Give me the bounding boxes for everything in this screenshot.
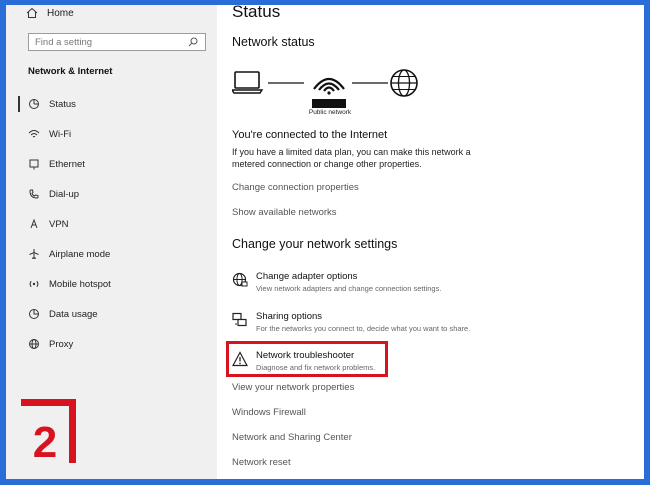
change-adapter-options[interactable]: Change adapter options View network adap… (232, 271, 441, 295)
option-title: Change adapter options (256, 271, 358, 282)
main-content: Status Network status Public network You… (226, 5, 644, 479)
home-icon (26, 7, 38, 19)
ethernet-icon (28, 158, 40, 170)
vpn-icon (28, 218, 40, 230)
sidebar-item-label: Data usage (49, 308, 98, 320)
sidebar-item-airplane[interactable]: Airplane mode (6, 239, 217, 269)
section-title: Network & Internet (28, 66, 113, 77)
sidebar-item-label: Airplane mode (49, 248, 111, 260)
network-status-heading: Network status (232, 35, 315, 49)
sidebar-item-ethernet[interactable]: Ethernet (6, 149, 217, 179)
show-available-networks-link[interactable]: Show available networks (232, 207, 337, 218)
airplane-icon (28, 248, 40, 260)
search-placeholder: Find a setting (35, 36, 93, 48)
globe-icon (28, 338, 40, 350)
windows-firewall-link[interactable]: Windows Firewall (232, 407, 306, 418)
sharing-icon (232, 312, 248, 328)
option-title: Sharing options (256, 311, 323, 322)
wifi-icon (28, 128, 40, 140)
change-connection-properties-link[interactable]: Change connection properties (232, 182, 359, 193)
sharing-options[interactable]: Sharing options For the networks you con… (232, 311, 470, 335)
network-sharing-center-link[interactable]: Network and Sharing Center (232, 432, 352, 443)
sidebar-item-dialup[interactable]: Dial-up (6, 179, 217, 209)
step-number-badge: 2 (21, 399, 76, 463)
network-diagram (232, 69, 418, 108)
sidebar-item-label: Dial-up (49, 188, 80, 200)
sidebar-item-data-usage[interactable]: Data usage (6, 299, 217, 329)
page-title: Status (232, 5, 281, 21)
view-network-properties-link[interactable]: View your network properties (232, 382, 354, 393)
nav-list: Status Wi-Fi Ethernet Dial-up VPN Airpla… (6, 89, 217, 359)
network-reset-link[interactable]: Network reset (232, 457, 291, 468)
data-usage-icon (28, 308, 40, 320)
network-type-label: Public network (308, 109, 352, 116)
connected-description: If you have a limited data plan, you can… (232, 147, 471, 169)
home-nav-item[interactable]: Home (26, 5, 74, 21)
dialup-icon (28, 188, 40, 200)
sidebar-item-vpn[interactable]: VPN (6, 209, 217, 239)
sidebar-item-label: Status (49, 98, 76, 110)
step-number: 2 (33, 418, 57, 463)
sidebar-item-label: Mobile hotspot (49, 278, 111, 290)
change-settings-heading: Change your network settings (232, 237, 398, 251)
sidebar-item-proxy[interactable]: Proxy (6, 329, 217, 359)
sidebar-item-mobile-hotspot[interactable]: Mobile hotspot (6, 269, 217, 299)
sidebar-item-label: Proxy (49, 338, 74, 350)
status-icon (28, 98, 40, 110)
sidebar-item-label: Wi-Fi (49, 128, 72, 140)
search-input[interactable]: Find a setting (28, 33, 206, 51)
adapter-globe-icon (232, 272, 248, 288)
internet-globe-icon (390, 69, 418, 97)
connected-heading: You're connected to the Internet (232, 129, 388, 141)
laptop-icon (232, 71, 264, 94)
option-description: View network adapters and change connect… (256, 284, 442, 293)
search-icon[interactable] (187, 36, 199, 48)
settings-window: Home Find a setting Network & Internet S… (6, 5, 644, 479)
sidebar-item-status[interactable]: Status (6, 89, 217, 119)
home-label: Home (47, 7, 74, 19)
sidebar: Home Find a setting Network & Internet S… (6, 5, 217, 479)
sidebar-item-label: VPN (49, 218, 69, 230)
sidebar-item-wifi[interactable]: Wi-Fi (6, 119, 217, 149)
troubleshooter-highlight-box (226, 341, 388, 377)
option-description: For the networks you connect to, decide … (256, 324, 471, 333)
wifi-signal-icon (312, 77, 346, 108)
sidebar-item-label: Ethernet (49, 158, 85, 170)
hotspot-icon (28, 278, 40, 290)
